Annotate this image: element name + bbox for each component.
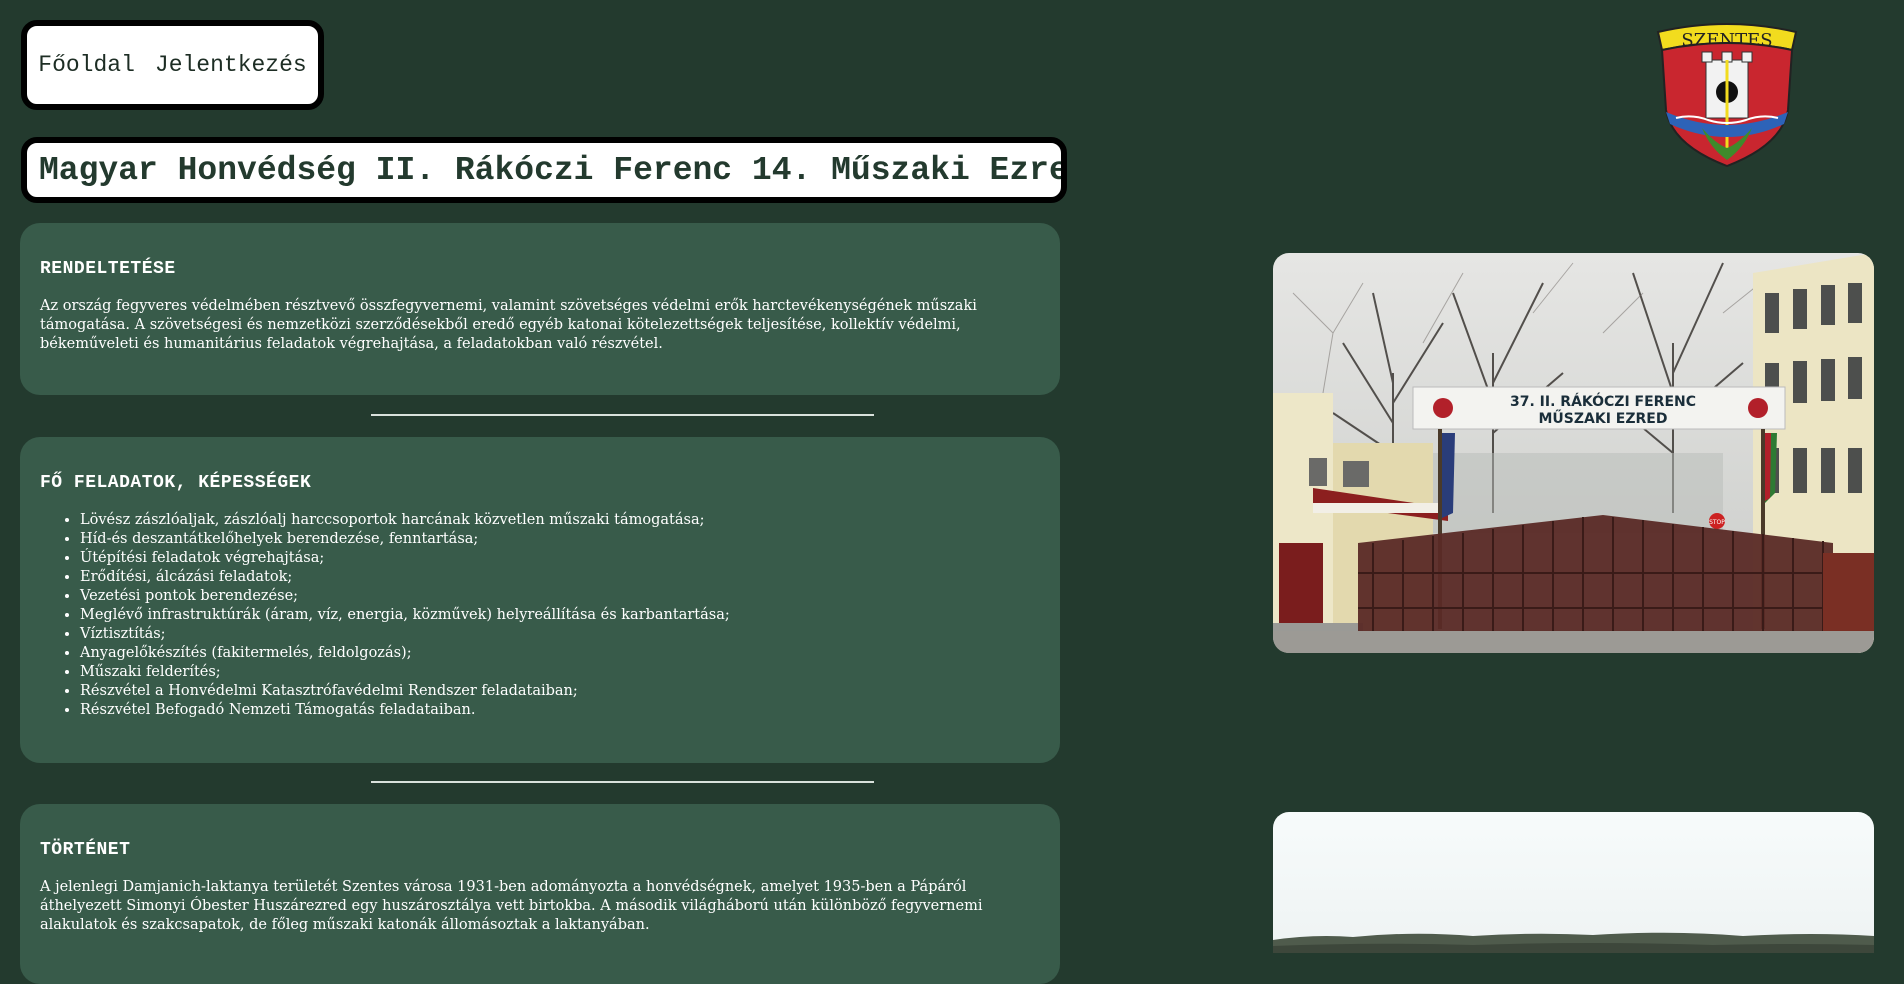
- list-item: Meglévő infrastruktúrák (áram, víz, ener…: [80, 606, 1040, 625]
- gate-sign-line2: MŰSZAKI EZRED: [1539, 409, 1668, 427]
- top-nav: Főoldal Jelentkezés: [21, 20, 324, 110]
- purpose-text: Az ország fegyveres védelmében résztvevő…: [40, 298, 977, 352]
- barracks-gate-photo: 37. II. RÁKÓCZI FERENC MŰSZAKI EZRED STO…: [1273, 253, 1874, 653]
- purpose-card: RENDELTETÉSE Az ország fegyveres védelmé…: [20, 223, 1060, 395]
- szentes-crest-logo: SZENTES: [1656, 23, 1798, 168]
- tasks-heading: FŐ FELADATOK, KÉPESSÉGEK: [40, 473, 312, 493]
- list-item: Lövész zászlóaljak, zászlóalj harccsopor…: [80, 511, 1040, 530]
- section-divider: [371, 781, 874, 783]
- purpose-heading: RENDELTETÉSE: [40, 259, 176, 279]
- list-item: Műszaki felderítés;: [80, 663, 1040, 682]
- nav-link-home[interactable]: Főoldal: [38, 52, 135, 78]
- history-heading: TÖRTÉNET: [40, 840, 131, 860]
- tasks-card: FŐ FELADATOK, KÉPESSÉGEK Lövész zászlóal…: [20, 437, 1060, 763]
- list-item: Erődítési, álcázási feladatok;: [80, 568, 1040, 587]
- list-item: Víztisztítás;: [80, 625, 1040, 644]
- list-item: Vezetési pontok berendezése;: [80, 587, 1040, 606]
- list-item: Részvétel Befogadó Nemzeti Támogatás fel…: [80, 701, 1040, 720]
- nav-link-apply[interactable]: Jelentkezés: [155, 52, 307, 78]
- landscape-photo: [1273, 812, 1874, 953]
- page-title: Magyar Honvédség II. Rákóczi Ferenc 14. …: [39, 151, 1067, 189]
- page-title-box: Magyar Honvédség II. Rákóczi Ferenc 14. …: [21, 137, 1067, 203]
- tasks-list: Lövész zászlóaljak, zászlóalj harccsopor…: [40, 511, 1040, 720]
- list-item: Anyagelőkészítés (fakitermelés, feldolgo…: [80, 644, 1040, 663]
- history-text: A jelenlegi Damjanich-laktanya területét…: [40, 879, 983, 933]
- history-card: TÖRTÉNET A jelenlegi Damjanich-laktanya …: [20, 804, 1060, 984]
- list-item: Részvétel a Honvédelmi Katasztrófavédelm…: [80, 682, 1040, 701]
- section-divider: [371, 414, 874, 416]
- list-item: Híd-és deszantátkelőhelyek berendezése, …: [80, 530, 1040, 549]
- list-item: Útépítési feladatok végrehajtása;: [80, 549, 1040, 568]
- gate-sign-line1: 37. II. RÁKÓCZI FERENC: [1510, 392, 1696, 410]
- stop-sign-text: STOP: [1709, 519, 1725, 526]
